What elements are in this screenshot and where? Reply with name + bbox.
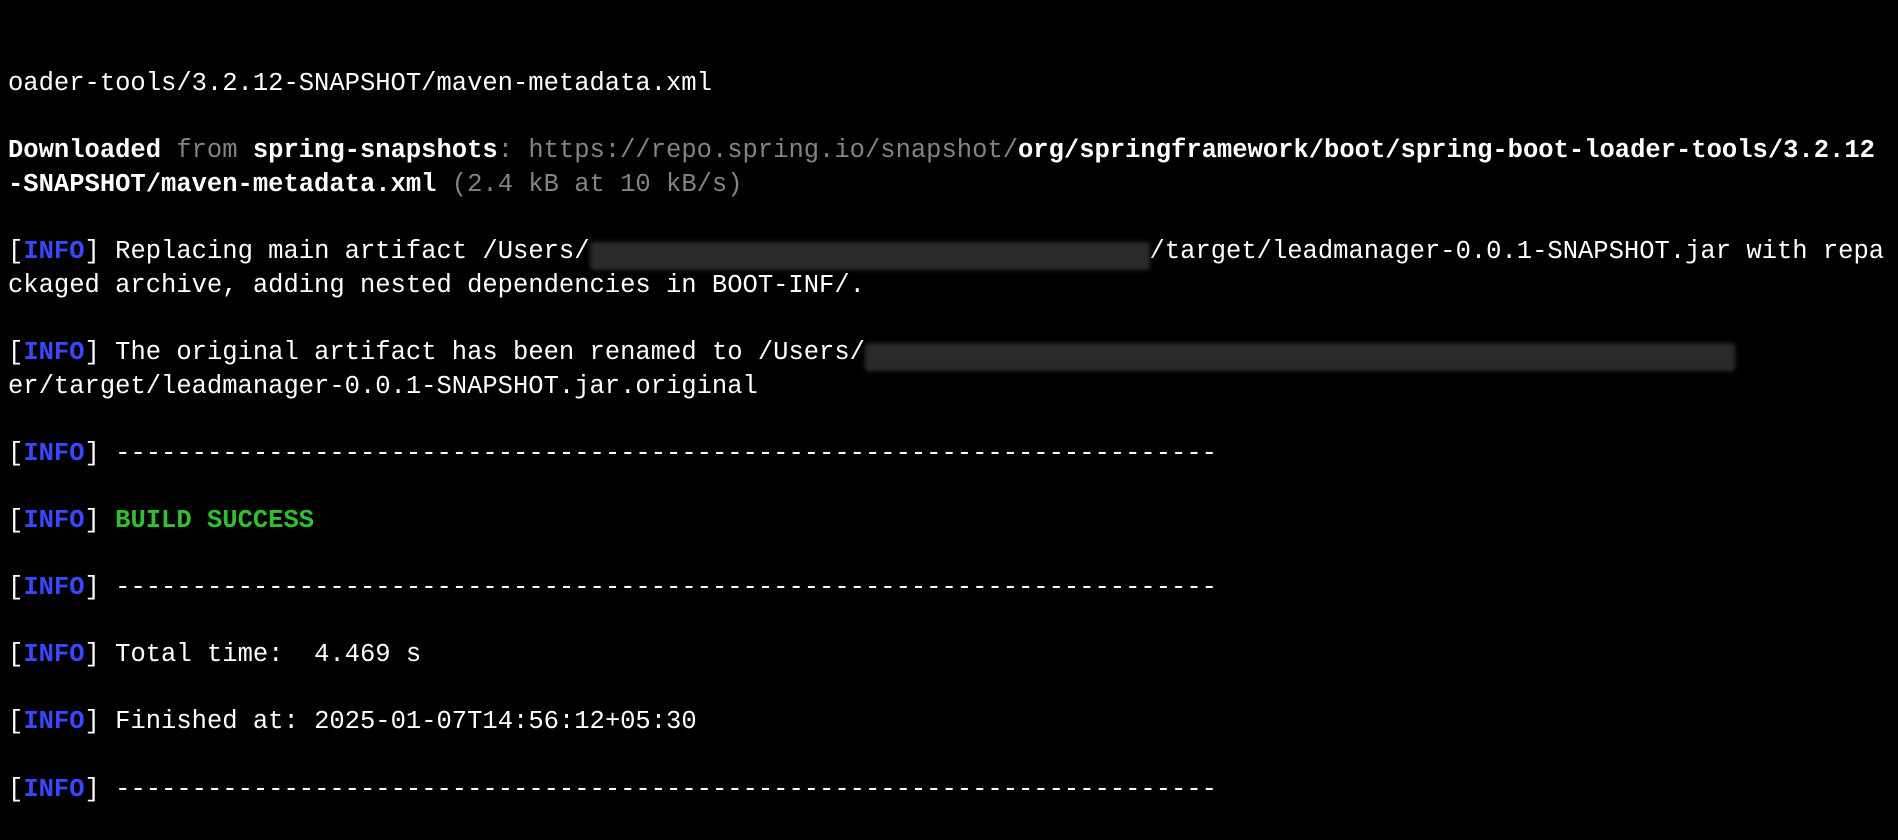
bracket: ] [85, 506, 100, 535]
text-fragment: from [176, 136, 237, 165]
log-line-separator: [INFO] ---------------------------------… [8, 437, 1890, 471]
text-fragment: Downloaded [8, 136, 176, 165]
url-prefix: https://repo.spring.io/snapshot/ [528, 136, 1018, 165]
bracket: ] [85, 237, 100, 266]
text-fragment: oader-tools/3.2.12-SNAPSHOT/maven-metada… [8, 69, 712, 98]
download-size: (2.4 kB at 10 kB/s) [436, 170, 742, 199]
build-success-label: BUILD SUCCESS [100, 506, 314, 535]
log-line-separator: [INFO] ---------------------------------… [8, 571, 1890, 605]
bracket: [ [8, 439, 23, 468]
log-level-info: INFO [23, 640, 84, 669]
bracket: ] [85, 439, 100, 468]
text-fragment: Replacing main artifact /Users/ [100, 237, 590, 266]
bracket: [ [8, 237, 23, 266]
text-fragment: : [498, 136, 529, 165]
finished-at-value: Finished at: 2025-01-07T14:56:12+05:30 [100, 707, 697, 736]
log-line: oader-tools/3.2.12-SNAPSHOT/maven-metada… [8, 67, 1890, 101]
separator-dashes: ----------------------------------------… [100, 775, 1217, 804]
log-level-info: INFO [23, 775, 84, 804]
text-fragment: er/target/leadmanager-0.0.1-SNAPSHOT.jar… [8, 372, 758, 401]
bracket: [ [8, 707, 23, 736]
separator-dashes: ----------------------------------------… [100, 439, 1217, 468]
bracket: ] [85, 338, 100, 367]
bracket: ] [85, 573, 100, 602]
redacted-path [590, 242, 1150, 270]
redacted-path [865, 343, 1735, 371]
log-level-info: INFO [23, 573, 84, 602]
bracket: [ [8, 640, 23, 669]
log-level-info: INFO [23, 707, 84, 736]
log-line-build-success: [INFO] BUILD SUCCESS [8, 504, 1890, 538]
bracket: [ [8, 573, 23, 602]
log-line: Downloaded from spring-snapshots: https:… [8, 134, 1890, 201]
terminal-output[interactable]: oader-tools/3.2.12-SNAPSHOT/maven-metada… [0, 0, 1898, 840]
separator-dashes: ----------------------------------------… [100, 573, 1217, 602]
bracket: ] [85, 775, 100, 804]
log-level-info: INFO [23, 439, 84, 468]
log-level-info: INFO [23, 338, 84, 367]
bracket: ] [85, 707, 100, 736]
text-fragment: The original artifact has been renamed t… [100, 338, 865, 367]
log-line-info: [INFO] The original artifact has been re… [8, 336, 1890, 403]
log-line-info: [INFO] Total time: 4.469 s [8, 638, 1890, 672]
log-line-info: [INFO] Replacing main artifact /Users//t… [8, 235, 1890, 302]
bracket: [ [8, 338, 23, 367]
log-line-separator: [INFO] ---------------------------------… [8, 773, 1890, 807]
log-line-info: [INFO] Finished at: 2025-01-07T14:56:12+… [8, 705, 1890, 739]
bracket: [ [8, 506, 23, 535]
bracket: ] [85, 640, 100, 669]
bracket: [ [8, 775, 23, 804]
log-level-info: INFO [23, 237, 84, 266]
repo-name: spring-snapshots [238, 136, 498, 165]
log-level-info: INFO [23, 506, 84, 535]
total-time-value: Total time: 4.469 s [100, 640, 421, 669]
